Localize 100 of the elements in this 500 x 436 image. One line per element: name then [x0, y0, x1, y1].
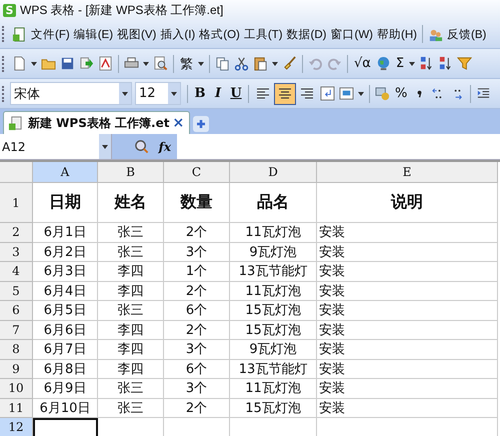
row-header[interactable]: 6	[0, 301, 33, 320]
column-header[interactable]: C	[164, 162, 230, 183]
row-header[interactable]: 8	[0, 340, 33, 360]
menu-item[interactable]: 文件(F)	[29, 26, 72, 42]
table-cell: 安装	[317, 320, 498, 340]
insert-function-button[interactable]: fx	[158, 140, 171, 154]
menu-item[interactable]: 视图(V)	[115, 26, 158, 42]
close-tab-button[interactable]: ×	[172, 115, 184, 131]
text-style-button[interactable]: B	[191, 86, 209, 101]
feedback-menu-item[interactable]: 反馈(B)	[444, 26, 488, 42]
table-cell: 9瓦灯泡	[230, 340, 317, 360]
table-cell: 张三	[98, 223, 164, 242]
table-cell: 6个	[164, 301, 230, 320]
menu-item[interactable]: 帮助(H)	[375, 26, 419, 42]
brush-icon[interactable]	[282, 56, 297, 71]
caret-icon[interactable]	[272, 62, 278, 66]
caret-icon[interactable]	[409, 62, 416, 66]
caret-icon[interactable]	[143, 62, 149, 66]
column-header[interactable]: B	[98, 162, 164, 183]
new-tab-button[interactable]	[193, 116, 210, 132]
menu-item[interactable]: 插入(I)	[158, 26, 198, 42]
cut-icon[interactable]	[234, 56, 249, 71]
merge-cells-icon[interactable]	[339, 86, 354, 101]
table-cell: 6月7日	[33, 340, 98, 360]
spreadsheet-file-icon	[8, 116, 23, 130]
column-header[interactable]: A	[33, 162, 98, 183]
menu-item[interactable]: 数据(D)	[284, 26, 328, 42]
menu-item[interactable]: 编辑(E)	[72, 26, 116, 42]
sort-descending-icon[interactable]	[438, 56, 454, 71]
table-cell: 15瓦灯泡	[230, 301, 317, 320]
font-dropdown[interactable]: 宋体	[10, 82, 132, 105]
wrap-text-icon[interactable]	[320, 86, 335, 101]
table-cell: 安装	[317, 398, 498, 418]
table-cell: 6月9日	[33, 379, 98, 398]
table-cell: 李四	[98, 262, 164, 282]
table-cell: 9瓦灯泡	[230, 242, 317, 262]
table-cell: 6月6日	[33, 320, 98, 340]
table-cell: 3个	[164, 242, 230, 262]
table-cell: 张三	[98, 379, 164, 398]
table-cell: 6个	[164, 360, 230, 379]
menu-item[interactable]: 窗口(W)	[328, 26, 376, 42]
table-cell: 6月4日	[33, 282, 98, 301]
print-preview-icon[interactable]	[153, 56, 168, 71]
new-document-icon[interactable]	[12, 56, 27, 71]
menu-item[interactable]: 工具(T)	[242, 26, 285, 42]
row-header[interactable]: 2	[0, 223, 33, 242]
caret-icon	[122, 92, 128, 96]
sum-button[interactable]: Σ	[396, 56, 404, 71]
plus-icon	[196, 119, 206, 129]
table-cell: 1个	[164, 262, 230, 282]
row-header[interactable]: 3	[0, 242, 33, 262]
table-cell: 张三	[98, 301, 164, 320]
currency-icon[interactable]	[375, 86, 390, 101]
row-header[interactable]: 7	[0, 320, 33, 340]
table-cell: 安装	[317, 379, 498, 398]
row-header[interactable]: 4	[0, 262, 33, 282]
column-header[interactable]: E	[317, 162, 498, 183]
row-header[interactable]: 10	[0, 379, 33, 398]
row-header[interactable]: 11	[0, 398, 33, 418]
row-header[interactable]: 12	[0, 418, 33, 436]
text-style-button[interactable]: I	[209, 86, 227, 101]
table-cell: 李四	[98, 282, 164, 301]
name-box[interactable]: A12	[0, 134, 112, 159]
caret-icon[interactable]	[31, 62, 37, 66]
table-cell: 11瓦灯泡	[230, 379, 317, 398]
text-style-button[interactable]: U	[227, 86, 245, 101]
table-cell: 6月1日	[33, 223, 98, 242]
table-cell: 张三	[98, 242, 164, 262]
table-cell: 李四	[98, 320, 164, 340]
sheet-tab[interactable]: 新建 WPS表格 工作簿.et ×	[3, 111, 190, 134]
row-header[interactable]: 5	[0, 282, 33, 301]
table-cell: 安装	[317, 242, 498, 262]
column-header[interactable]: D	[230, 162, 317, 183]
percent-button[interactable]: %	[395, 86, 408, 101]
app-logo-icon: S	[3, 4, 16, 16]
row-header[interactable]: 9	[0, 360, 33, 379]
globe-icon[interactable]	[376, 56, 391, 71]
table-cell: 3个	[164, 340, 230, 360]
magnifier-icon[interactable]	[134, 139, 149, 154]
table-cell: 15瓦灯泡	[230, 320, 317, 340]
font-size-dropdown[interactable]: 12	[135, 82, 181, 105]
traditional-chinese-button[interactable]: 繁	[180, 54, 193, 72]
caret-icon[interactable]	[198, 62, 204, 66]
pdf-icon[interactable]	[98, 56, 113, 71]
table-cell: 13瓦节能灯	[230, 262, 317, 282]
caret-icon[interactable]	[358, 92, 364, 96]
formula-button[interactable]: √α	[354, 56, 371, 71]
selected-cell[interactable]	[33, 418, 98, 436]
row-header[interactable]: 1	[0, 183, 33, 223]
table-cell: 11瓦灯泡	[230, 282, 317, 301]
copy-icon[interactable]	[215, 56, 230, 71]
menu-item[interactable]: 格式(O)	[197, 26, 242, 42]
align-center-icon[interactable]	[274, 82, 296, 104]
paste-icon[interactable]	[253, 56, 268, 71]
save-icon[interactable]	[60, 56, 75, 71]
table-cell: 6月3日	[33, 262, 98, 282]
table-cell: 15瓦灯泡	[230, 398, 317, 418]
export-icon[interactable]	[79, 56, 94, 71]
table-cell: 3个	[164, 379, 230, 398]
sort-ascending-icon[interactable]	[419, 56, 434, 71]
